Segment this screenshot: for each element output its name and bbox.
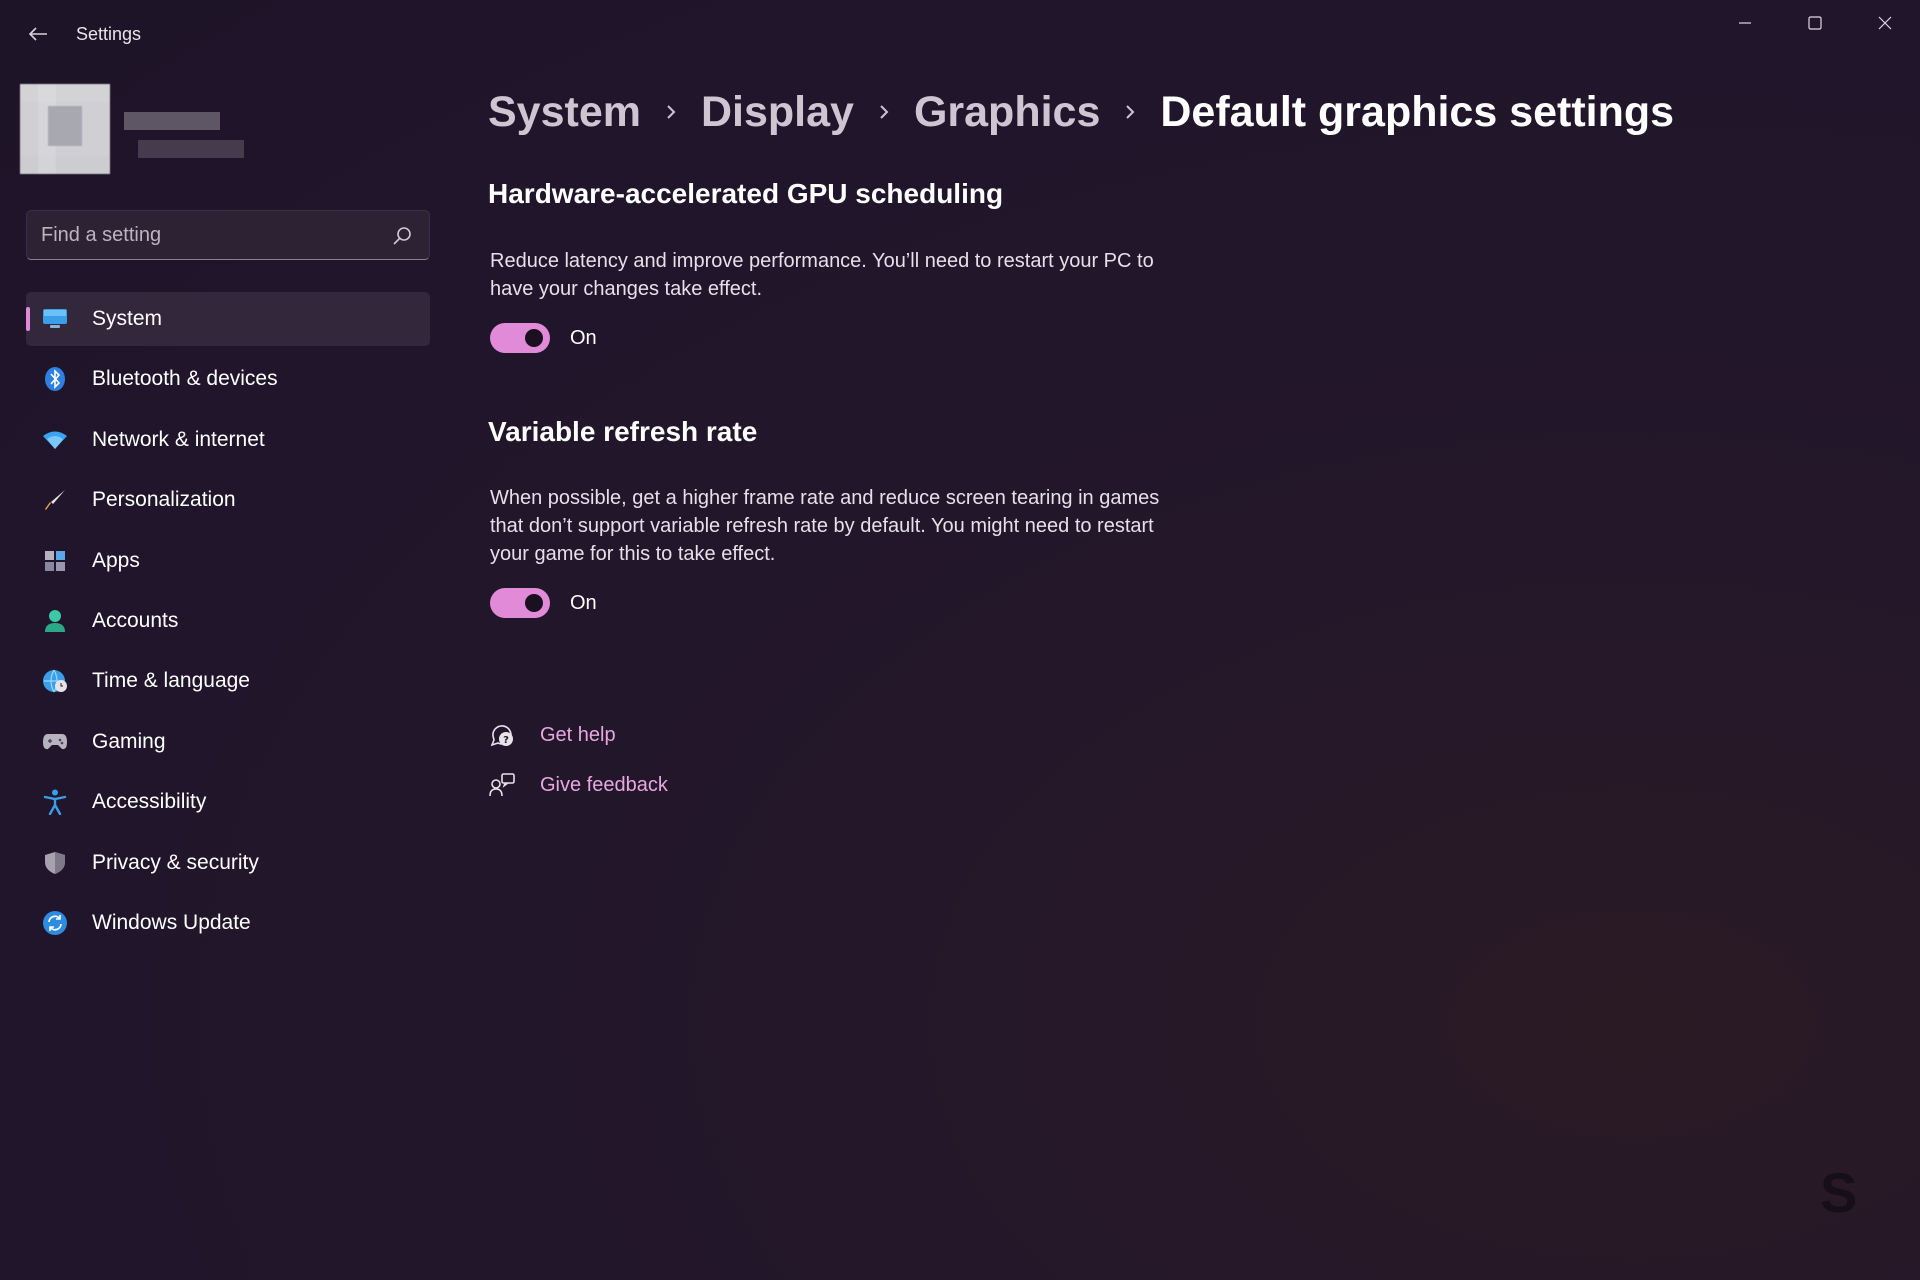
title-bar: Settings bbox=[0, 0, 1920, 70]
profile-name bbox=[124, 112, 220, 130]
gpu-scheduling-toggle-row: On bbox=[490, 322, 597, 354]
sidebar-item-system[interactable]: System bbox=[26, 292, 430, 346]
avatar[interactable] bbox=[20, 84, 110, 174]
person-icon bbox=[42, 608, 68, 634]
search-box bbox=[26, 210, 430, 260]
update-icon bbox=[42, 910, 68, 936]
gpu-scheduling-toggle-label: On bbox=[570, 326, 597, 349]
breadcrumb-graphics[interactable]: Graphics bbox=[914, 88, 1100, 137]
gpu-scheduling-title: Hardware-accelerated GPU scheduling bbox=[488, 178, 1004, 209]
sidebar-item-label: Bluetooth & devices bbox=[92, 367, 278, 391]
sidebar-item-label: Privacy & security bbox=[92, 850, 259, 874]
sidebar-item-time-language[interactable]: Time & language bbox=[26, 654, 430, 708]
give-feedback-row: Give feedback bbox=[488, 768, 668, 802]
globe-clock-icon bbox=[42, 668, 68, 694]
minimize-button[interactable] bbox=[1710, 0, 1780, 46]
chevron-right-icon bbox=[1100, 102, 1160, 122]
sidebar-item-accounts[interactable]: Accounts bbox=[26, 594, 430, 648]
bluetooth-icon bbox=[42, 366, 68, 392]
sidebar-item-personalization[interactable]: Personalization bbox=[26, 473, 430, 527]
sidebar-item-label: Time & language bbox=[92, 669, 250, 693]
sidebar-item-label: System bbox=[92, 307, 163, 330]
brush-icon bbox=[42, 487, 68, 513]
variable-refresh-rate-description: When possible, get a higher frame rate a… bbox=[490, 487, 1160, 565]
sidebar-item-label: Network & internet bbox=[92, 427, 265, 451]
profile-email bbox=[138, 140, 244, 158]
gpu-scheduling-toggle[interactable] bbox=[490, 323, 550, 353]
variable-refresh-rate-title: Variable refresh rate bbox=[488, 416, 758, 447]
sidebar-item-label: Accounts bbox=[92, 608, 179, 632]
watermark-logo: S bbox=[1820, 1161, 1858, 1224]
app-title: Settings bbox=[76, 24, 142, 44]
sidebar-item-apps[interactable]: Apps bbox=[26, 534, 430, 588]
back-button[interactable] bbox=[24, 20, 52, 48]
sidebar-item-bluetooth[interactable]: Bluetooth & devices bbox=[26, 352, 430, 406]
variable-refresh-rate-toggle[interactable] bbox=[490, 588, 550, 618]
sidebar-item-label: Apps bbox=[92, 548, 140, 572]
maximize-button[interactable] bbox=[1780, 0, 1850, 46]
breadcrumb: System Display Graphics Default graphics… bbox=[488, 84, 1674, 140]
sidebar-item-label: Gaming bbox=[92, 729, 166, 753]
feedback-icon bbox=[488, 771, 516, 799]
chevron-right-icon bbox=[641, 102, 701, 122]
give-feedback-link[interactable]: Give feedback bbox=[540, 774, 668, 797]
page-title: Default graphics settings bbox=[1160, 87, 1675, 136]
shield-icon bbox=[42, 850, 68, 876]
minimize-icon bbox=[1739, 22, 1751, 24]
get-help-row: ? Get help bbox=[488, 718, 616, 752]
sidebar-item-label: Windows Update bbox=[92, 910, 251, 934]
accessibility-icon bbox=[42, 789, 68, 816]
variable-refresh-rate-toggle-row: On bbox=[490, 587, 597, 619]
sidebar-item-label: Accessibility bbox=[92, 790, 207, 814]
sidebar-item-network[interactable]: Network & internet bbox=[26, 413, 430, 467]
toggle-knob bbox=[525, 329, 543, 347]
search-icon[interactable] bbox=[391, 225, 413, 247]
breadcrumb-display[interactable]: Display bbox=[701, 88, 854, 137]
search-input[interactable] bbox=[41, 211, 381, 259]
sidebar-item-gaming[interactable]: Gaming bbox=[26, 715, 430, 769]
variable-refresh-rate-toggle-label: On bbox=[570, 591, 597, 614]
wifi-icon bbox=[42, 427, 68, 453]
get-help-link[interactable]: Get help bbox=[540, 724, 616, 747]
help-chat-icon: ? bbox=[488, 721, 516, 749]
controller-icon bbox=[42, 729, 68, 755]
sidebar-item-accessibility[interactable]: Accessibility bbox=[26, 775, 430, 829]
back-arrow-icon bbox=[28, 27, 47, 41]
breadcrumb-system[interactable]: System bbox=[488, 88, 641, 137]
svg-text:?: ? bbox=[503, 735, 509, 746]
window-controls bbox=[1710, 0, 1920, 46]
close-button[interactable] bbox=[1850, 0, 1920, 46]
toggle-knob bbox=[525, 594, 543, 612]
sidebar-nav: System Bluetooth & devices Network & int… bbox=[26, 292, 430, 956]
monitor-icon bbox=[42, 306, 68, 332]
apps-icon bbox=[42, 548, 68, 574]
sidebar-item-label: Personalization bbox=[92, 488, 236, 512]
gpu-scheduling-description: Reduce latency and improve performance. … bbox=[490, 250, 1154, 300]
sidebar-item-windows-update[interactable]: Windows Update bbox=[26, 896, 430, 950]
maximize-icon bbox=[1808, 16, 1822, 30]
chevron-right-icon bbox=[854, 102, 914, 122]
close-icon bbox=[1878, 16, 1892, 30]
sidebar-item-privacy-security[interactable]: Privacy & security bbox=[26, 836, 430, 890]
